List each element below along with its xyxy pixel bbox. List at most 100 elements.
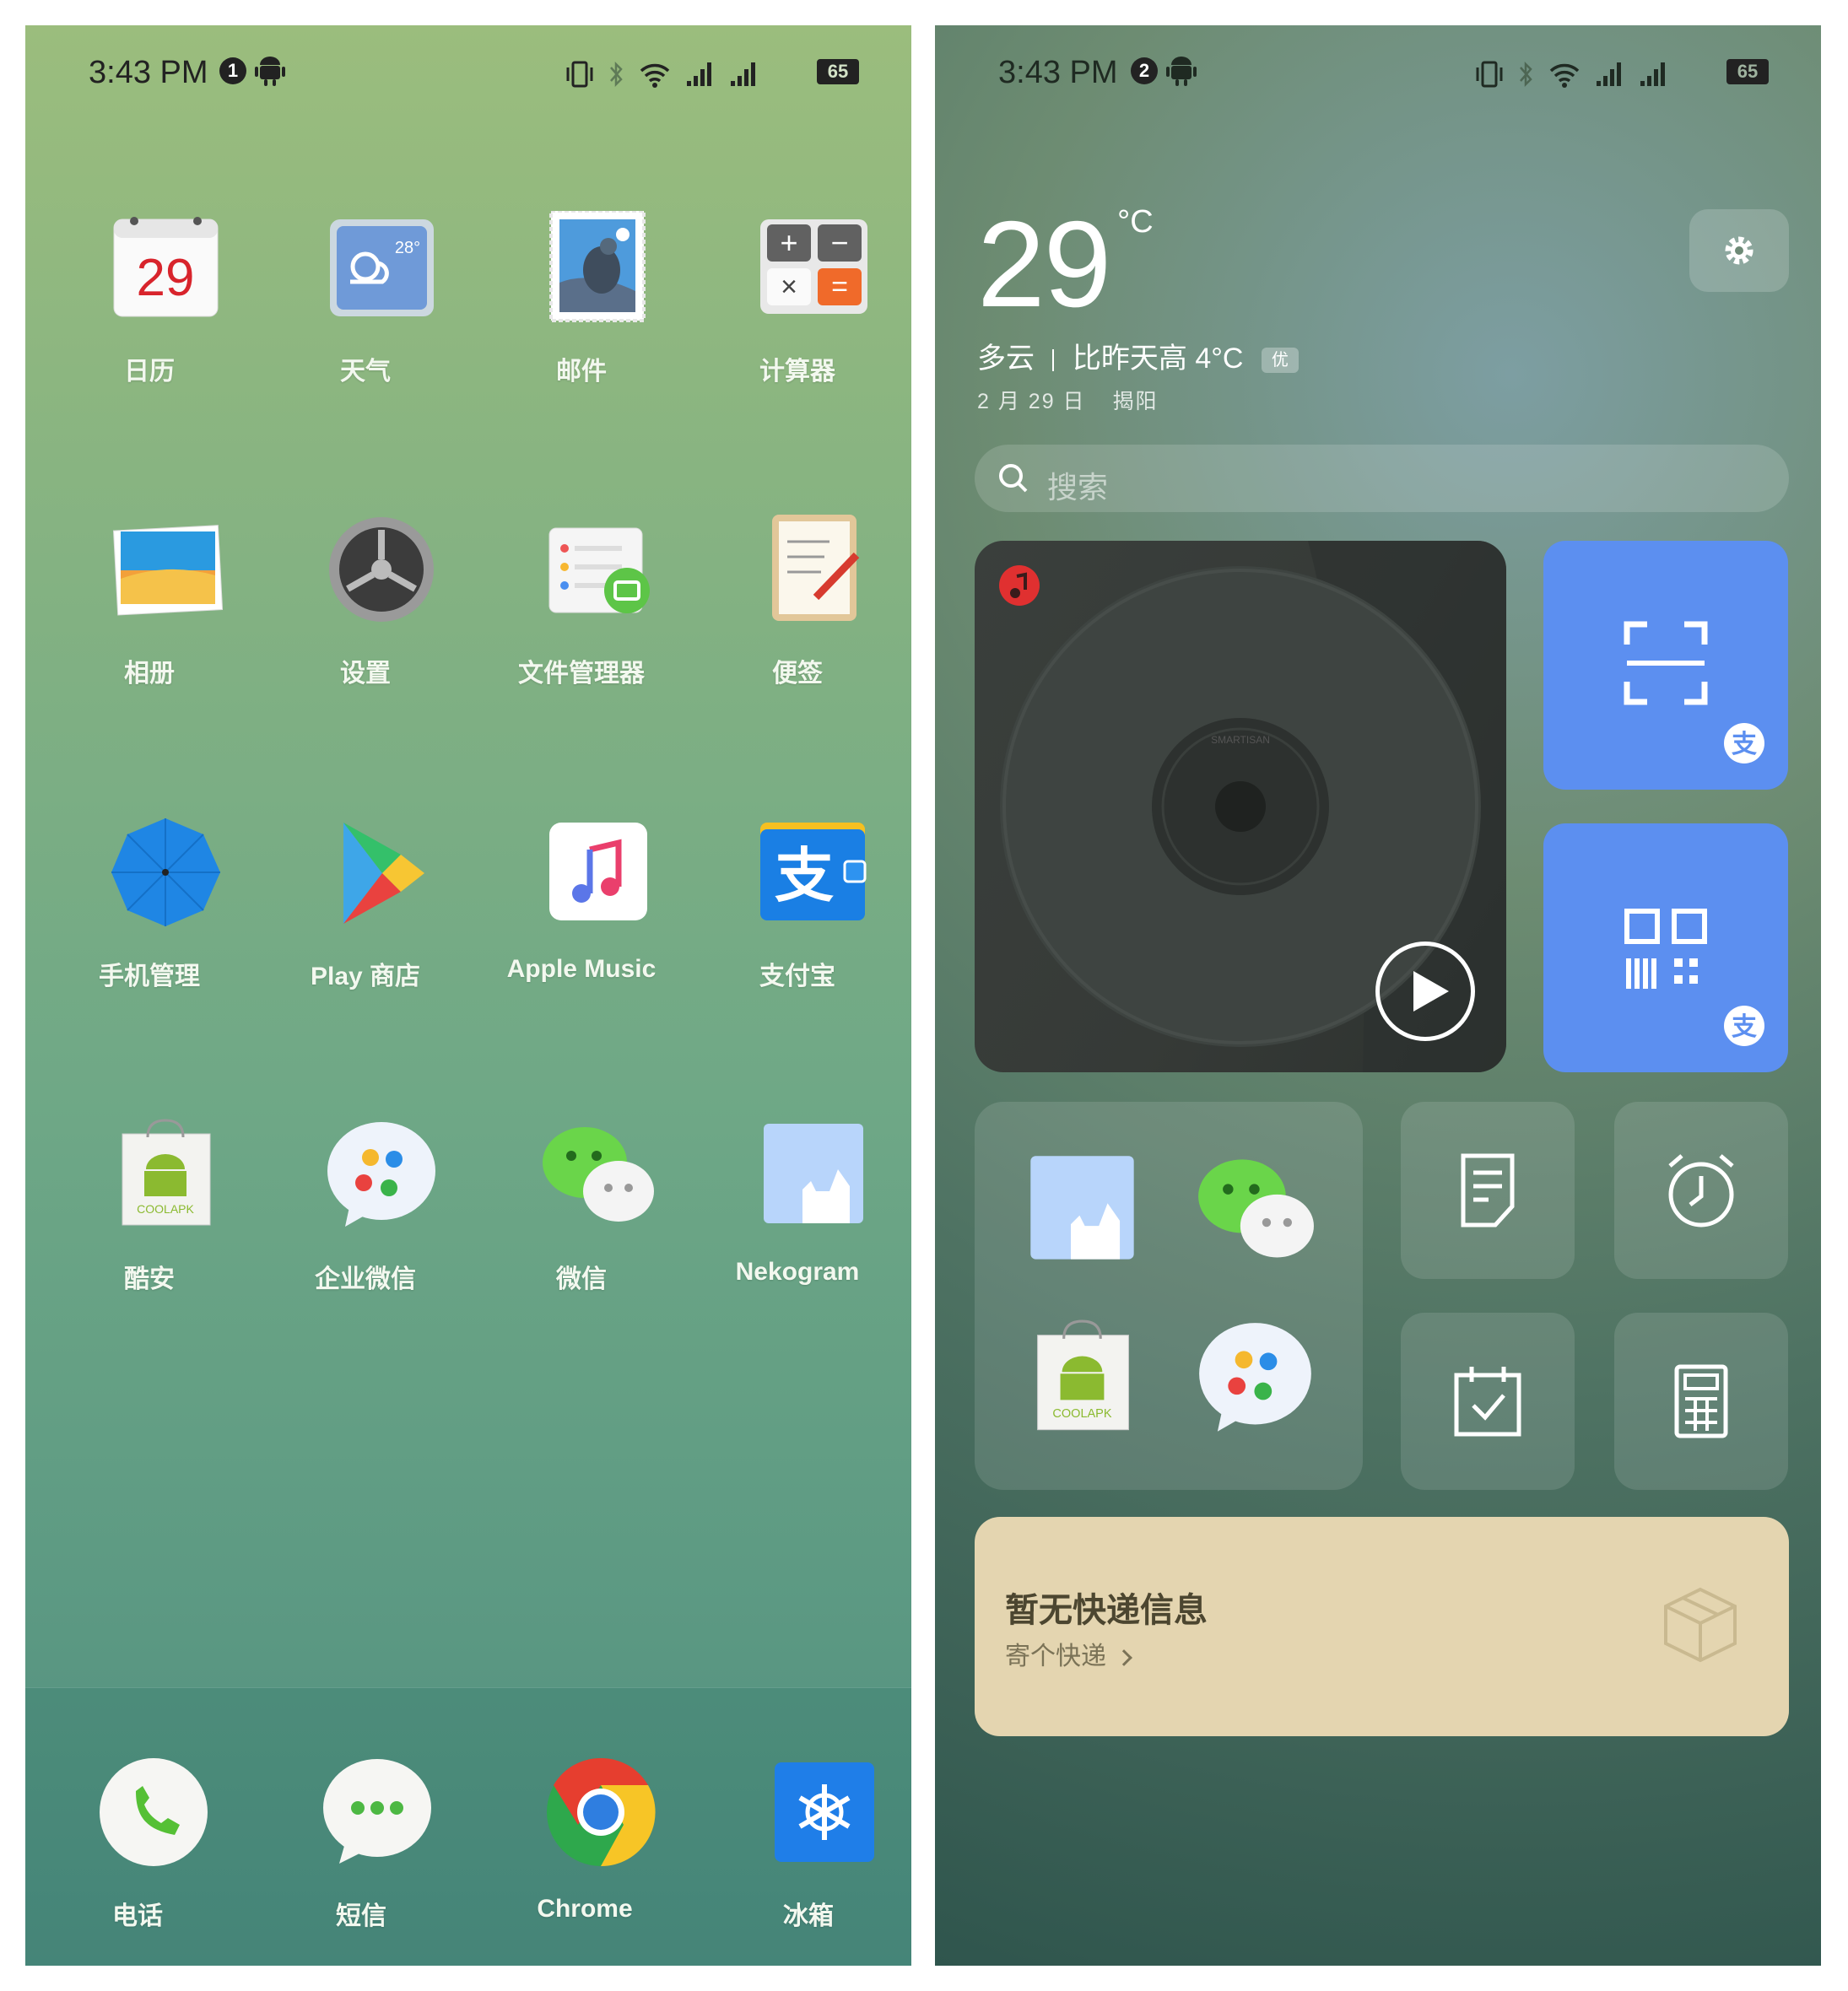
play-button[interactable] (1375, 942, 1475, 1041)
gallery-icon (112, 525, 223, 616)
dock: 电话 短信 Chrome 冰箱 (25, 1687, 911, 1966)
gear-icon (1725, 236, 1753, 265)
search-bar[interactable]: 搜索 (975, 445, 1789, 512)
settings-gear-icon (329, 517, 434, 622)
calculator-icon (1674, 1364, 1728, 1438)
app-mail[interactable]: 邮件 (473, 211, 689, 413)
play-icon (1413, 971, 1449, 1012)
svg-text:×: × (781, 271, 797, 303)
app-label: 便签 (772, 660, 823, 688)
svg-text:28°: 28° (395, 239, 420, 257)
express-widget[interactable]: 暂无快递信息 寄个快递 (975, 1517, 1789, 1736)
svg-text:+: + (780, 225, 797, 260)
app-label: 企业微信 (315, 1265, 416, 1293)
app-play-store[interactable]: Play 商店 (257, 816, 473, 1018)
wifi-icon (1549, 63, 1580, 88)
dock-chrome[interactable]: Chrome (477, 1756, 693, 1958)
coolapk-icon: COOLAPK (122, 1119, 211, 1226)
coolapk-icon[interactable]: COOLAPK (1024, 1319, 1142, 1438)
status-time: 3:43 PM (89, 55, 208, 90)
calculator-tile[interactable] (1614, 1313, 1788, 1490)
battery-indicator: 65 (817, 59, 859, 84)
messages-icon (323, 1759, 431, 1864)
icebox-icon (775, 1762, 874, 1862)
svg-text:COOLAPK: COOLAPK (1052, 1407, 1111, 1421)
app-label: 天气 (340, 358, 391, 386)
app-notes[interactable]: 便签 (689, 513, 905, 715)
app-label: Apple Music (506, 955, 657, 983)
phone-icon (100, 1758, 208, 1866)
music-note-icon (549, 823, 647, 920)
music-widget[interactable]: SMARTISAN (975, 541, 1506, 1072)
svg-text:−: − (830, 225, 848, 260)
wechat-icon (543, 1127, 654, 1222)
search-placeholder: 搜索 (1047, 470, 1109, 504)
svg-text:29: 29 (137, 249, 195, 307)
file-manager-icon (548, 527, 650, 613)
play-store-icon (343, 823, 424, 924)
app-apple-music[interactable]: Apple Music (473, 816, 689, 1018)
home-screen: 3:43 PM 1 65 29 日历 28° 天气 邮件 + − × = 计算器… (25, 25, 911, 1966)
app-coolapk[interactable]: COOLAPK 酷安 (41, 1119, 257, 1321)
notes-tile[interactable] (1401, 1102, 1575, 1279)
app-gallery[interactable]: 相册 (41, 513, 257, 715)
alipay-paycode-button[interactable]: 支 (1543, 823, 1788, 1072)
weather-date: 2 月 29 日 (977, 390, 1086, 413)
alipay-badge-icon: 支 (1724, 1006, 1764, 1046)
svg-text:支: 支 (1732, 731, 1757, 758)
chrome-icon (547, 1757, 656, 1867)
app-wecom[interactable]: 企业微信 (257, 1119, 473, 1321)
app-label: 支付宝 (759, 963, 835, 990)
status-bar: 3:43 PM 1 65 (25, 25, 911, 118)
search-icon (999, 464, 1028, 493)
svg-text:SMARTISAN: SMARTISAN (1211, 734, 1270, 746)
scan-icon (1624, 621, 1708, 705)
wecom-icon[interactable] (1192, 1319, 1319, 1438)
mail-icon (549, 211, 646, 322)
send-express-link[interactable]: 寄个快递 (1005, 1635, 1133, 1672)
battery-indicator: 65 (1726, 59, 1769, 84)
status-bar: 3:43 PM 2 65 (935, 25, 1821, 118)
app-alipay[interactable]: 支 支付宝 (689, 816, 905, 1018)
alarm-clock-icon (1668, 1154, 1734, 1228)
signal-icon-2 (1640, 62, 1665, 86)
app-calendar[interactable]: 29 日历 (41, 211, 257, 413)
dock-icebox[interactable]: 冰箱 (700, 1756, 911, 1958)
nekogram-icon[interactable] (1024, 1151, 1142, 1269)
app-phone-manager[interactable]: 手机管理 (41, 816, 257, 1018)
svg-text:支: 支 (1732, 1013, 1757, 1041)
app-weather[interactable]: 28° 天气 (257, 211, 473, 413)
send-express-label: 寄个快递 (1005, 1643, 1106, 1670)
vibrate-icon (1476, 61, 1503, 88)
settings-button[interactable] (1689, 209, 1789, 292)
divider (1052, 349, 1055, 372)
notes-icon (772, 515, 860, 621)
wifi-icon (640, 63, 670, 88)
alarm-tile[interactable] (1614, 1102, 1788, 1279)
app-label: 冰箱 (783, 1902, 834, 1930)
app-file-manager[interactable]: 文件管理器 (473, 513, 689, 715)
signal-icon-2 (731, 62, 755, 86)
alipay-icon: 支 (760, 823, 867, 920)
note-document-icon (1461, 1153, 1515, 1228)
app-nekogram[interactable]: Nekogram (689, 1119, 905, 1321)
checklist-icon (1454, 1367, 1521, 1437)
wechat-icon[interactable] (1192, 1151, 1319, 1269)
nekogram-icon (764, 1124, 863, 1223)
app-wechat[interactable]: 微信 (473, 1119, 689, 1321)
svg-text:=: = (831, 271, 848, 303)
dock-messages[interactable]: 短信 (253, 1756, 469, 1958)
alipay-scan-button[interactable]: 支 (1543, 541, 1788, 790)
chevron-right-icon (1116, 1649, 1133, 1666)
dock-phone[interactable]: 电话 (30, 1756, 246, 1958)
todo-tile[interactable] (1401, 1313, 1575, 1490)
app-settings[interactable]: 设置 (257, 513, 473, 715)
status-icons (1475, 57, 1669, 91)
signal-icon (1597, 62, 1621, 86)
package-box-icon (1664, 1587, 1737, 1663)
app-label: 文件管理器 (518, 660, 645, 688)
date-location: 2 月 29 日 揭阳 (977, 385, 1158, 415)
app-label: 相册 (124, 660, 175, 688)
app-calculator[interactable]: + − × = 计算器 (689, 211, 905, 413)
weather-summary: 多云 比昨天高 4°C 优 (977, 335, 1299, 376)
